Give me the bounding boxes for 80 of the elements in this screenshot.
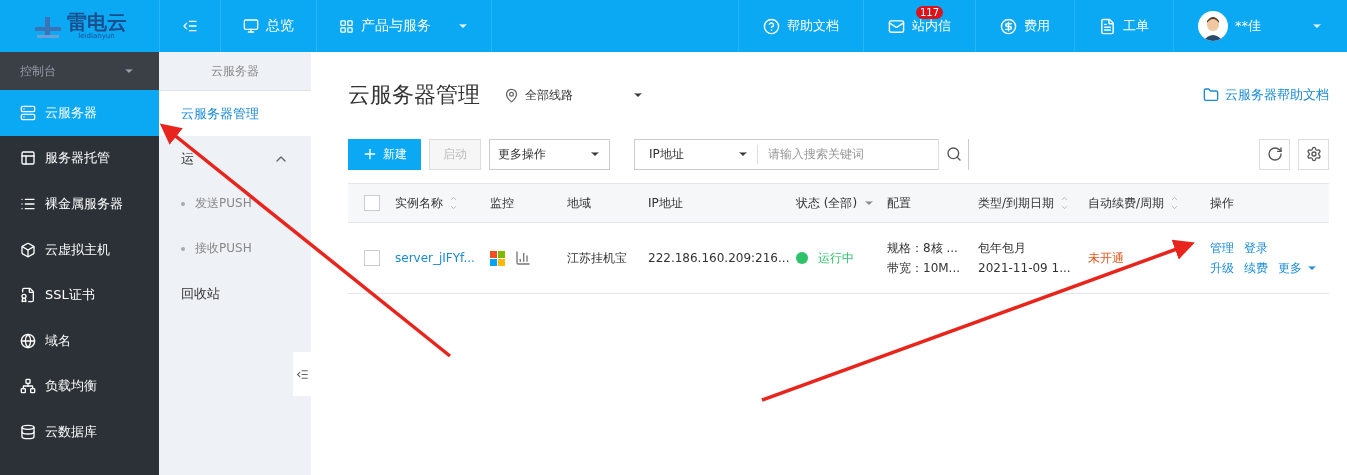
list-icon [20, 196, 36, 212]
table-cell-text: 未开通 [1088, 250, 1125, 267]
pin-icon [504, 87, 519, 103]
action-link[interactable]: 升级 [1210, 258, 1234, 278]
more-actions-select[interactable]: 更多操作 [489, 138, 610, 170]
action-link[interactable]: 更多 [1278, 258, 1318, 278]
folder-icon [1203, 87, 1219, 103]
collapse-icon [295, 367, 309, 381]
page-title: 云服务器管理 [348, 81, 480, 109]
sort-icon [449, 194, 458, 212]
checkbox[interactable] [364, 195, 380, 211]
status-text: 运行中 [818, 250, 854, 267]
cube-icon [20, 241, 36, 258]
action-link[interactable]: 登录 [1244, 238, 1268, 258]
coin-icon [1000, 17, 1017, 35]
sidebar-item[interactable]: 服务器托管 [0, 135, 159, 182]
table-cell-text: 江苏挂机宝 [567, 250, 628, 267]
windows-icon [490, 250, 505, 266]
sidebar-header[interactable]: 控制台 [0, 52, 159, 90]
sidebar-item[interactable]: 域名 [0, 317, 159, 364]
subnav-item[interactable]: 回收站 [159, 271, 311, 316]
globe-icon [20, 332, 36, 349]
help-link[interactable]: 云服务器帮助文档 [1203, 86, 1329, 104]
checkbox[interactable] [364, 250, 380, 266]
sidebar-item[interactable]: 裸金属服务器 [0, 181, 159, 227]
subnav-item[interactable]: 云服务器管理 [159, 91, 311, 136]
action-link[interactable]: 管理 [1210, 238, 1234, 258]
network-icon [20, 378, 36, 395]
plus-icon [362, 146, 378, 162]
server-icon [20, 104, 36, 121]
subnav-group-label: 运 [181, 149, 194, 168]
settings-icon [1305, 146, 1322, 162]
table-cell-text: 包年包月 [978, 240, 1027, 257]
region-select[interactable]: 全部线路 [504, 86, 644, 104]
avatar-icon [1198, 11, 1228, 41]
count-badge: 117 [916, 6, 944, 19]
column-header: IP地址 [648, 194, 684, 212]
document-icon [1099, 17, 1116, 35]
instance-link[interactable]: server_jIFYf... [395, 251, 490, 265]
subnav-item[interactable]: 发送PUSH [195, 195, 252, 212]
sidebar-item[interactable]: 负载均衡 [0, 363, 159, 410]
sidebar-item[interactable]: 云数据库 [0, 409, 159, 455]
database-icon [20, 423, 36, 440]
column-header: 操作 [1210, 194, 1235, 212]
bullet-icon [181, 246, 185, 251]
mail-icon [888, 17, 905, 35]
action-link[interactable]: 续费 [1244, 258, 1268, 278]
bullet-icon [181, 201, 185, 206]
column-header[interactable]: 状态 (全部) [796, 194, 887, 212]
subnav-group[interactable]: 运 [159, 136, 311, 181]
sidebar-item[interactable]: SSL证书 [0, 272, 159, 318]
column-header[interactable]: 实例名称 [395, 194, 490, 212]
table-cell-text: 规格：8核 ... [887, 240, 959, 257]
column-header[interactable]: 自动续费/周期 [1088, 194, 1210, 212]
menu-icon [182, 18, 198, 34]
sidebar-item[interactable]: 云虚拟主机 [0, 226, 159, 273]
sidebar-item[interactable]: 云服务器 [0, 90, 159, 136]
rack-icon [20, 150, 36, 167]
sort-icon [1060, 194, 1070, 212]
help-icon [763, 17, 780, 35]
table-cell-text: 222.186.160.209:216... [648, 250, 791, 267]
column-header[interactable]: 类型/到期日期 [978, 194, 1088, 212]
chart-icon[interactable] [515, 250, 531, 266]
column-header: 配置 [887, 194, 912, 212]
monitor-icon [243, 18, 259, 34]
create-button[interactable]: 新建 [348, 138, 421, 170]
column-header: 地域 [567, 194, 592, 212]
sort-icon [1170, 194, 1180, 212]
settings-button[interactable] [1298, 138, 1329, 170]
refresh-icon [1266, 146, 1283, 162]
subnav-item[interactable]: 接收PUSH [195, 240, 252, 257]
search-icon [945, 146, 962, 162]
column-header: 监控 [490, 194, 515, 212]
grid-icon [339, 18, 354, 34]
collapse-button[interactable] [293, 352, 311, 396]
certificate-icon [20, 287, 36, 304]
table-cell-text: 2021-11-09 1... [978, 260, 1072, 277]
refresh-button[interactable] [1259, 138, 1290, 170]
table-cell-text: 带宽：10M... [887, 260, 962, 277]
logo-name: 雷电云 [66, 12, 127, 32]
